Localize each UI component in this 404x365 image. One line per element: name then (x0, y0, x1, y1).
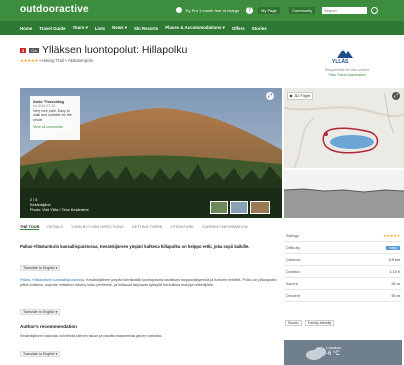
nav-home[interactable]: Home (20, 26, 32, 31)
nav-lists[interactable]: Lists (95, 26, 105, 31)
author-heading: Author's recommendation (20, 324, 77, 329)
fact-label: Duration (286, 269, 301, 274)
globe-icon[interactable] (371, 7, 378, 14)
thumbnail[interactable] (210, 201, 228, 214)
tag-chip[interactable]: Family-friendly (304, 320, 335, 326)
tab-current-info[interactable]: CURRENT INFORMATION (202, 225, 248, 230)
map-fullscreen-icon[interactable]: ⤢ (392, 92, 400, 100)
weather-temp: -6 °C (326, 351, 340, 357)
my-page-button[interactable]: My Page (258, 7, 280, 14)
fact-difficulty: Difficulty easy (284, 242, 402, 254)
nav-news[interactable]: News ▾ (112, 25, 127, 31)
content-tabs: THE TOUR DETAILS TURN-BY-TURN DIRECTIONS… (20, 225, 248, 230)
fact-value: 50 m (391, 281, 400, 286)
page-title: Ylläksen luontopolut: Hillapolku (42, 44, 188, 56)
yllas-logo-icon[interactable] (336, 47, 354, 59)
partner-logo-text: YLLÄS (332, 59, 349, 65)
fact-descent: Descent 50 m (284, 290, 402, 302)
tag-chip[interactable]: Scenic (285, 320, 302, 326)
tour-tags: Scenic Family-friendly (285, 320, 335, 326)
oa-badge: OA (29, 47, 40, 53)
elevation-profile[interactable] (284, 170, 404, 218)
nav-travel-guide[interactable]: Travel Guide (39, 26, 65, 31)
thumbnail[interactable] (230, 201, 248, 214)
photo-credit: Photo: Visit Ylläs / Timo Kesäniemi (30, 207, 89, 212)
title-row: 3 OA Ylläksen luontopolut: Hillapolku (20, 44, 187, 56)
nav-offers[interactable]: Offers (232, 26, 245, 31)
translate-button[interactable]: Translate to English ▾ (20, 351, 61, 357)
help-icon[interactable]: ? (246, 7, 253, 14)
map-canvas (284, 88, 404, 168)
nav-ski-resorts[interactable]: Ski Resorts (134, 26, 158, 31)
elevation-chart (284, 170, 404, 218)
tab-literature[interactable]: LITERATURE (170, 225, 193, 230)
pro-icon (176, 7, 182, 13)
fact-label: Difficulty (286, 245, 301, 250)
route-map[interactable] (284, 88, 404, 168)
tour-description: Pallas-Yllästunturin kansallispuistossa,… (20, 278, 278, 289)
fullscreen-icon[interactable]: ⤢ (266, 92, 274, 100)
cloud-icon (306, 347, 326, 360)
responsible-label: Responsible for this content (324, 68, 370, 72)
nav-stories[interactable]: Stories (252, 26, 267, 31)
weather-label: Lokakuu (326, 345, 342, 350)
comment-text: Very nice path. Easy to walk and suitabl… (33, 109, 72, 122)
tab-details[interactable]: DETAILS (47, 225, 63, 230)
tour-meta: • Hiking Trail • Äkäslompolo (39, 58, 94, 63)
tab-directions[interactable]: TURN-BY-TURN DIRECTIONS (71, 225, 124, 230)
tour-badge: 3 (20, 47, 27, 53)
nav-places[interactable]: Places & Accommodations ▾ (165, 25, 225, 31)
translate-button[interactable]: Translate to English ▾ (20, 265, 61, 271)
flight-3d-button[interactable]: ▶ 3D Flight (287, 92, 313, 100)
thumbnail[interactable] (250, 201, 270, 214)
nav-tours[interactable]: Tours ▾ (73, 25, 88, 31)
fact-ratings: Ratings ★★★★★ (284, 230, 402, 242)
park-link[interactable]: Pallas-Yllästunturin kansallispuistossa (20, 278, 84, 282)
difficulty-badge: easy (386, 245, 400, 250)
pro-promo[interactable]: Try Pro 1 month free of charge (176, 7, 239, 13)
fact-distance: Distance 3.9 km (284, 254, 402, 266)
pro-promo-label: Try Pro 1 month free of charge (185, 7, 240, 13)
fact-label: Distance (286, 257, 301, 262)
author-text: Kesänkijärven laavulla voit tehdä pienen… (20, 334, 163, 338)
translate-button[interactable]: Translate to English ▾ (20, 309, 61, 315)
partner-org-link[interactable]: Ylläs Travel Association (318, 73, 376, 77)
fact-label: Descent (286, 293, 300, 298)
search-input[interactable] (322, 7, 367, 14)
photo-caption: 2 / 5 Kesänkijärvi Photo: Visit Ylläs / … (30, 198, 89, 213)
main-nav: Home Travel Guide Tours ▾ Lists News ▾ S… (0, 21, 404, 35)
site-logo[interactable]: outdooractive (20, 4, 89, 15)
flight-3d-label: 3D Flight (294, 93, 311, 98)
tab-the-tour[interactable]: THE TOUR (20, 225, 40, 230)
tour-intro: Pallas-Yllästunturin kansallispuistossa,… (20, 244, 250, 249)
view-comments-link[interactable]: View all comments (33, 125, 77, 129)
fact-label: Ascent (286, 281, 298, 286)
fact-value[interactable]: ★★★★★ (383, 233, 400, 238)
tour-facts: Ratings ★★★★★ Difficulty easy Distance 3… (284, 230, 402, 302)
comment-date: on 2019-07-12 (33, 104, 56, 108)
fact-value: 50 m (391, 293, 400, 298)
comment-card[interactable]: Anke Thoschlag on 2019-07-12 Very nice p… (30, 96, 80, 140)
weather-widget[interactable]: Lokakuu -6 °C (284, 340, 402, 365)
tab-getting-there[interactable]: GETTING THERE (132, 225, 163, 230)
fact-label: Ratings (286, 233, 299, 238)
fact-value: 3.9 km (388, 257, 400, 262)
community-button[interactable]: Community (289, 7, 316, 14)
fact-duration: Duration 1:10 h (284, 266, 402, 278)
rating-stars[interactable]: ★★★★★ (20, 58, 38, 63)
fact-value: 1:10 h (389, 269, 400, 274)
fact-ascent: Ascent 50 m (284, 278, 402, 290)
rating-row: ★★★★★ • Hiking Trail • Äkäslompolo (20, 58, 93, 64)
